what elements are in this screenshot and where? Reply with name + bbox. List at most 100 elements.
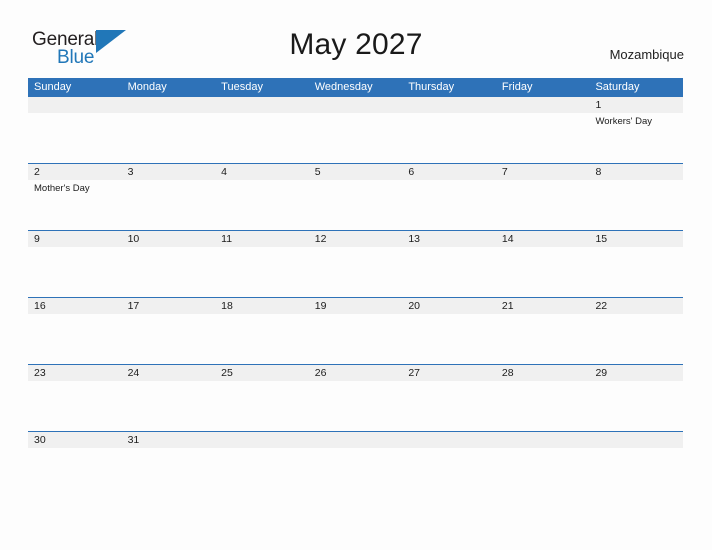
calendar-day-cell[interactable]: 14 <box>496 231 590 297</box>
day-number: 3 <box>127 166 134 178</box>
day-event <box>34 314 122 316</box>
calendar-day-cell[interactable]: 20 <box>402 298 496 364</box>
day-event <box>595 448 683 450</box>
calendar-day-cell[interactable] <box>402 432 496 453</box>
calendar-day-cell[interactable] <box>309 432 403 453</box>
calendar-day-cell[interactable]: 8 <box>589 164 683 230</box>
day-event: Mother's Day <box>34 183 90 194</box>
calendar-day-cell[interactable]: 5 <box>309 164 403 230</box>
calendar-day-cell[interactable]: 2 Mother's Day <box>28 164 122 230</box>
calendar-week-row: 1 Workers' Day <box>28 96 683 163</box>
day-event <box>221 180 309 182</box>
calendar-day-cell[interactable]: 29 <box>589 365 683 431</box>
page-title: May 2027 <box>289 28 423 61</box>
calendar-day-cell[interactable]: 13 <box>402 231 496 297</box>
day-number: 15 <box>595 233 608 245</box>
day-number: 22 <box>595 300 608 312</box>
calendar-day-cell[interactable] <box>122 97 216 163</box>
day-event <box>34 448 122 450</box>
day-event <box>128 113 216 115</box>
calendar-day-cell[interactable]: 23 <box>28 365 122 431</box>
day-number: 20 <box>408 300 420 312</box>
day-event <box>408 113 496 115</box>
day-number: 14 <box>501 233 514 245</box>
day-number: 26 <box>314 367 327 379</box>
day-event <box>34 247 122 249</box>
calendar-day-cell[interactable] <box>496 97 590 163</box>
calendar-day-cell[interactable]: 28 <box>496 365 590 431</box>
weekday-header-wednesday: Wednesday <box>314 81 373 93</box>
day-event: Workers' Day <box>595 116 653 127</box>
day-number: 27 <box>408 367 420 379</box>
calendar-day-cell[interactable]: 31 <box>122 432 216 453</box>
day-event <box>408 448 496 450</box>
calendar-day-cell[interactable] <box>402 97 496 163</box>
day-event <box>221 314 309 316</box>
day-event <box>315 247 403 249</box>
calendar-day-cell[interactable]: 6 <box>402 164 496 230</box>
day-event <box>34 381 122 383</box>
day-event <box>408 314 496 316</box>
day-event <box>128 314 216 316</box>
day-number: 12 <box>314 233 327 245</box>
day-event <box>595 180 683 182</box>
calendar-day-cell[interactable]: 21 <box>496 298 590 364</box>
calendar-day-cell[interactable]: 18 <box>215 298 309 364</box>
weekday-header-monday: Monday <box>127 81 167 93</box>
calendar-day-cell[interactable] <box>28 97 122 163</box>
day-event <box>34 113 122 115</box>
calendar-day-cell[interactable] <box>215 432 309 453</box>
day-number: 19 <box>314 300 327 312</box>
day-number: 31 <box>127 434 140 446</box>
calendar-week-row: 23 24 25 26 27 28 29 <box>28 364 683 431</box>
day-number: 7 <box>501 166 508 178</box>
day-number: 29 <box>595 367 608 379</box>
calendar-day-cell[interactable] <box>215 97 309 163</box>
calendar-day-cell[interactable]: 1 Workers' Day <box>589 97 683 163</box>
day-event <box>315 314 403 316</box>
calendar-day-cell[interactable]: 19 <box>309 298 403 364</box>
calendar-day-cell[interactable]: 24 <box>122 365 216 431</box>
calendar-day-cell[interactable]: 15 <box>589 231 683 297</box>
day-event <box>502 381 590 383</box>
calendar-day-cell[interactable]: 10 <box>122 231 216 297</box>
calendar-day-cell[interactable]: 4 <box>215 164 309 230</box>
day-event <box>221 247 309 249</box>
calendar-day-cell[interactable]: 16 <box>28 298 122 364</box>
day-event <box>128 448 216 450</box>
day-event <box>595 381 683 383</box>
calendar-day-cell[interactable]: 30 <box>28 432 122 453</box>
day-event <box>502 247 590 249</box>
day-number: 28 <box>501 367 514 379</box>
day-number: 17 <box>127 300 140 312</box>
day-event <box>128 247 216 249</box>
calendar-day-cell[interactable]: 22 <box>589 298 683 364</box>
calendar-day-cell[interactable]: 12 <box>309 231 403 297</box>
calendar-week-row: 30 31 <box>28 431 683 453</box>
calendar-day-cell[interactable]: 17 <box>122 298 216 364</box>
calendar-day-cell[interactable]: 27 <box>402 365 496 431</box>
calendar-day-cell[interactable]: 3 <box>122 164 216 230</box>
day-event <box>595 314 683 316</box>
calendar-day-cell[interactable]: 9 <box>28 231 122 297</box>
calendar-day-cell[interactable] <box>496 432 590 453</box>
day-number: 13 <box>408 233 420 245</box>
calendar-day-cell[interactable]: 25 <box>215 365 309 431</box>
calendar-day-cell[interactable]: 7 <box>496 164 590 230</box>
weekday-header-sunday: Sunday <box>34 81 72 93</box>
day-event <box>221 113 309 115</box>
calendar-day-cell[interactable] <box>589 432 683 453</box>
calendar-week-row: 16 17 18 19 20 21 22 <box>28 297 683 364</box>
calendar-day-cell[interactable] <box>309 97 403 163</box>
day-number: 24 <box>127 367 140 379</box>
day-number: 6 <box>408 166 415 178</box>
day-event <box>502 448 590 450</box>
day-number: 23 <box>34 367 46 379</box>
calendar-day-cell[interactable]: 11 <box>215 231 309 297</box>
weekday-header-row: Sunday Monday Tuesday Wednesday Thursday… <box>28 78 683 96</box>
day-event <box>595 247 683 249</box>
weekday-header-saturday: Saturday <box>595 81 640 93</box>
day-number: 1 <box>595 99 602 111</box>
weekday-header-tuesday: Tuesday <box>221 81 263 93</box>
calendar-day-cell[interactable]: 26 <box>309 365 403 431</box>
